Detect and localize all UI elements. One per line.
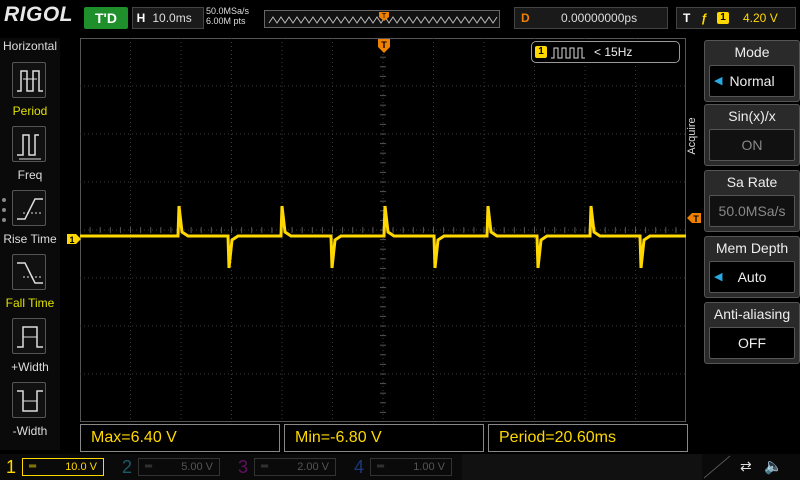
bottom-divider: [702, 454, 732, 480]
waveform-grid: [79, 37, 686, 422]
measure-rise-time-button[interactable]: Rise Time: [0, 186, 60, 250]
mode-value-box: ◀ Normal: [709, 65, 795, 97]
dc-coupling-icon: ═: [145, 461, 153, 472]
mode-softkey[interactable]: Mode ◀ Normal: [704, 40, 800, 102]
run-status-badge[interactable]: T'D: [84, 7, 128, 29]
channel-2-number: 2: [121, 457, 132, 477]
trigger-tag: T: [683, 11, 691, 25]
mem-depth-title: Mem Depth: [715, 240, 789, 256]
bottom-spacer: [462, 454, 702, 480]
channel-3-scale: 2.00 V: [297, 461, 329, 473]
delay-value: 0.00000000ps: [561, 11, 638, 25]
rise-time-label: Rise Time: [3, 232, 57, 246]
fall-time-icon: [12, 254, 46, 290]
sa-rate-softkey[interactable]: Sa Rate 50.0MSa/s: [704, 170, 800, 232]
trigger-edge-icon: ƒ: [701, 11, 708, 25]
period-icon: [12, 62, 46, 98]
channel-4-number: 4: [353, 457, 364, 477]
channel-status-bar: 1 ═ 10.0 V 2 ═ 5.00 V 3 ═ 2.00 V 4 ═ 1.0…: [0, 454, 800, 480]
brand-logo: RIGOL: [4, 3, 73, 26]
left-menu-title: Horizontal: [2, 39, 58, 53]
trigger-display[interactable]: T ƒ 1 4.20 V: [676, 7, 796, 29]
neg-width-label: -Width: [12, 424, 48, 438]
channel-1-number: 1: [5, 457, 16, 477]
channel-1-scale: 10.0 V: [65, 461, 97, 473]
period-label: Period: [12, 104, 48, 118]
sa-rate-title: Sa Rate: [726, 174, 778, 190]
mem-depth-softkey[interactable]: Mem Depth ◀ Auto: [704, 236, 800, 298]
pos-width-icon: [12, 318, 46, 354]
anti-aliasing-title: Anti-aliasing: [713, 306, 791, 322]
svg-text:T: T: [693, 214, 699, 224]
counter-channel-badge: 1: [535, 46, 547, 58]
trigger-marker-label: T: [381, 40, 387, 50]
frequency-counter[interactable]: 1 < 15Hz: [531, 41, 680, 63]
trigger-source-badge: 1: [717, 12, 729, 24]
acquire-menu: Mode ◀ Normal Sin(x)/x ON Sa Rate 50.0MSa…: [704, 38, 800, 450]
selector-arrow-icon: ◀: [714, 75, 723, 87]
timebase-value: 10.0ms: [152, 11, 192, 25]
dc-coupling-icon: ═: [261, 461, 269, 472]
sa-rate-value: 50.0MSa/s: [709, 195, 795, 227]
ch1-offset-marker[interactable]: 1: [66, 232, 82, 245]
channel-4-scale: 1.00 V: [413, 461, 445, 473]
trigger-level-marker[interactable]: T: [686, 211, 702, 224]
horizontal-measure-menu: Horizontal Period Freq Rise Time Fall Ti…: [0, 38, 60, 450]
trigger-position-marker[interactable]: T: [377, 38, 391, 54]
channel-3-status[interactable]: 3 ═ 2.00 V: [232, 454, 338, 480]
sinx-softkey[interactable]: Sin(x)/x ON: [704, 104, 800, 166]
sinx-value: ON: [709, 129, 795, 161]
freq-icon: [12, 126, 46, 162]
usb-icon: ⇄: [740, 458, 752, 474]
neg-width-icon: [12, 382, 46, 418]
top-status-bar: RIGOL T'D H 10.0ms 50.0MSa/s 6.00M pts T…: [0, 0, 800, 36]
trigger-level: 4.20 V: [743, 11, 778, 25]
sample-info: 50.0MSa/s 6.00M pts: [206, 6, 249, 26]
selector-arrow-icon: ◀: [714, 271, 723, 283]
mode-title: Mode: [734, 44, 770, 60]
sinx-title: Sin(x)/x: [728, 108, 776, 124]
mem-depth-value-box: ◀ Auto: [709, 261, 795, 293]
timebase-display[interactable]: H 10.0ms: [132, 7, 204, 29]
delay-tag: D: [521, 11, 530, 25]
svg-text:T: T: [382, 13, 387, 20]
memory-bar-graphic: T: [268, 12, 498, 24]
waveform-display[interactable]: [79, 37, 686, 422]
acquire-menu-label: Acquire: [686, 117, 698, 155]
counter-value: < 15Hz: [594, 45, 633, 59]
pos-width-label: +Width: [11, 360, 49, 374]
fall-time-label: Fall Time: [5, 296, 55, 310]
measure-period-button[interactable]: Period: [0, 58, 60, 122]
channel-3-number: 3: [237, 457, 248, 477]
anti-aliasing-softkey[interactable]: Anti-aliasing OFF: [704, 302, 800, 364]
speaker-mute-icon[interactable]: 🔈: [764, 457, 783, 475]
rise-time-icon: [12, 190, 46, 226]
anti-aliasing-value: OFF: [709, 327, 795, 359]
channel-2-status[interactable]: 2 ═ 5.00 V: [116, 454, 222, 480]
channel-2-scale: 5.00 V: [181, 461, 213, 473]
channel-4-status[interactable]: 4 ═ 1.00 V: [348, 454, 454, 480]
dc-coupling-icon: ═: [29, 461, 37, 472]
measure-pos-width-button[interactable]: +Width: [0, 314, 60, 378]
memory-position-bar[interactable]: T: [264, 10, 500, 28]
channel-1-status[interactable]: 1 ═ 10.0 V: [0, 454, 106, 480]
dc-coupling-icon: ═: [377, 461, 385, 472]
memory-points: 6.00M pts: [206, 16, 246, 26]
timebase-tag: H: [136, 11, 146, 25]
measurement-max[interactable]: Max=6.40 V: [80, 424, 280, 452]
square-wave-icon: [551, 47, 585, 59]
measure-fall-time-button[interactable]: Fall Time: [0, 250, 60, 314]
measure-neg-width-button[interactable]: -Width: [0, 378, 60, 442]
measure-freq-button[interactable]: Freq: [0, 122, 60, 186]
sample-rate: 50.0MSa/s: [206, 6, 250, 16]
measurement-min[interactable]: Min=-6.80 V: [284, 424, 484, 452]
svg-text:1: 1: [69, 235, 74, 245]
measurement-period[interactable]: Period=20.60ms: [488, 424, 688, 452]
delay-display[interactable]: D 0.00000000ps: [514, 7, 668, 29]
freq-label: Freq: [17, 168, 43, 182]
